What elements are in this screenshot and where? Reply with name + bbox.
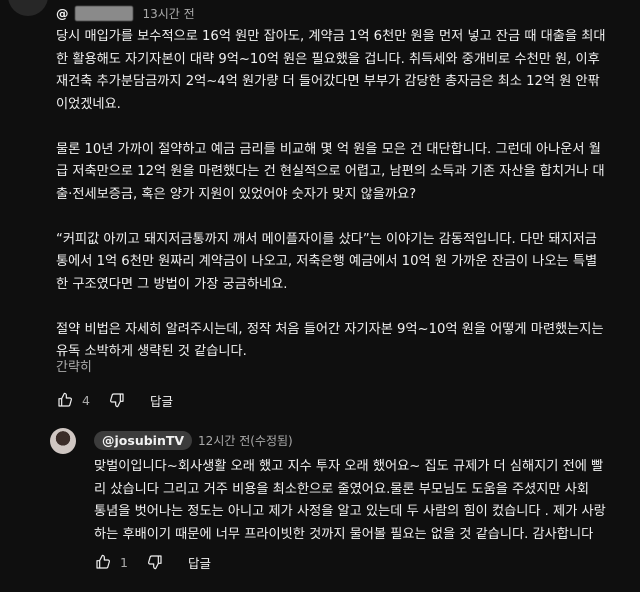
thumbs-up-icon[interactable] [56,391,74,409]
thumbs-down-icon[interactable] [146,553,164,571]
comment-paragraph: 당시 매입가를 보수적으로 16억 원만 잡아도, 계약금 1억 6천만 원을 … [56,29,606,112]
reply-button[interactable]: 답글 [188,553,211,572]
comment-paragraph: 절약 비법은 자세히 알려주시는데, 정작 처음 들어간 자기자본 9억~10억… [56,321,604,360]
comment-paragraph: “커피값 아끼고 돼지저금통까지 깨서 메이플자이를 샀다”는 이야기는 감동적… [56,231,598,292]
comment-header: @ 13시간 전 [56,5,195,22]
like-count: 4 [82,392,90,408]
thumbs-down-icon[interactable] [108,391,126,409]
comment-paragraph: 물론 10년 가까이 절약하고 예금 금리를 비교해 몇 억 원을 모은 건 대… [56,141,605,202]
comment-actions: 4 답글 [56,390,173,410]
avatar[interactable] [50,428,76,454]
reply-body: 맞벌이입니다~회사생활 오래 했고 지수 투자 오래 했어요~ 집도 규제가 더… [94,459,606,542]
reply-timestamp[interactable]: 12시간 전(수정됨) [198,432,293,449]
reply-actions: 1 답글 [94,552,211,572]
comment-timestamp[interactable]: 13시간 전 [143,5,195,22]
redacted-username [74,6,133,21]
reply-button[interactable]: 답글 [150,391,173,410]
comment-body: 당시 매입가를 보수적으로 16억 원만 잡아도, 계약금 1억 6천만 원을 … [56,26,628,364]
author-handle[interactable]: @ [56,6,69,21]
thumbs-up-icon[interactable] [94,553,112,571]
avatar[interactable] [8,0,48,16]
author-handle-chip[interactable]: @josubinTV [94,431,193,450]
reply-header: @josubinTV 12시간 전(수정됨) [94,431,293,450]
like-count: 1 [120,554,128,570]
show-less-button[interactable]: 간략히 [56,356,92,375]
